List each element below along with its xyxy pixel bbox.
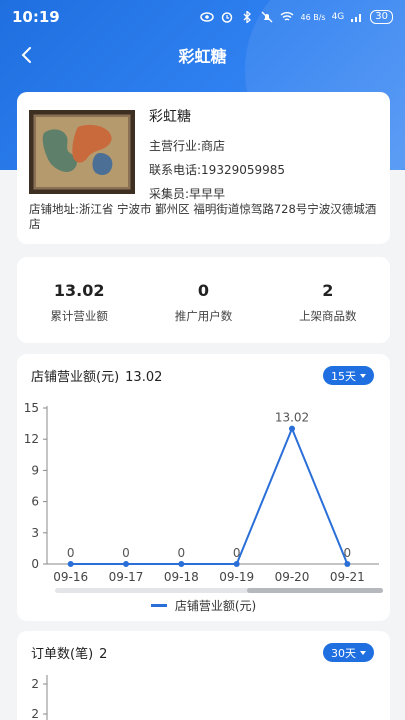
status-bar: 10:19 46 B/s 4G 30	[0, 0, 405, 34]
data-point	[344, 561, 351, 567]
order-chart-card: 订单数(笔) 2 30天 22	[17, 631, 390, 720]
back-button[interactable]	[14, 42, 40, 68]
data-point	[178, 561, 185, 567]
store-info-card: 彩虹糖 主营行业:商店 联系电话:19329059985 采集员:早早早 店铺地…	[17, 92, 390, 244]
x-tick-label: 09-21	[330, 570, 365, 584]
store-industry: 主营行业:商店	[149, 139, 226, 153]
x-tick-label: 09-19	[219, 570, 254, 584]
data-label: 13.02	[275, 411, 309, 425]
data-label: 0	[122, 546, 130, 560]
nav-bar: 彩虹糖	[0, 34, 405, 76]
data-point	[123, 561, 129, 567]
data-label: 0	[67, 546, 75, 560]
x-tick-label: 09-20	[275, 570, 310, 584]
data-point	[289, 425, 295, 432]
store-details: 彩虹糖 主营行业:商店 联系电话:19329059985 采集员:早早早	[149, 106, 285, 206]
y-tick-label: 12	[24, 432, 39, 446]
network-type: 4G	[331, 12, 345, 22]
y-tick-label: 3	[31, 526, 39, 540]
series-line	[70, 425, 349, 565]
y-tick-label: 0	[31, 557, 39, 571]
battery-indicator: 30	[370, 10, 393, 24]
stat-listed-products: 2 上架商品数	[266, 257, 390, 343]
store-address: 店铺地址:浙江省 宁波市 鄞州区 福明街道惊驾路728号宁波汉德城酒店	[29, 202, 377, 231]
mute-icon	[262, 11, 273, 23]
eye-icon	[200, 12, 215, 22]
y-tick-label: 2	[31, 677, 39, 691]
legend-label: 店铺营业额(元)	[174, 599, 257, 613]
data-label: 0	[178, 546, 186, 560]
stat-value: 2	[322, 281, 334, 300]
x-tick-label: 09-18	[164, 570, 199, 584]
stat-promoted-users: 0 推广用户数	[141, 257, 265, 343]
stat-label: 推广用户数	[174, 309, 233, 323]
chevron-left-icon	[21, 47, 31, 63]
revenue-chart-card: 店铺营业额(元) 13.02 15天 0 3 6 9 12 15 09-16 09-17 09-1…	[17, 354, 390, 621]
wifi-icon	[281, 12, 294, 21]
status-time: 10:19	[12, 8, 60, 26]
stat-value: 13.02	[53, 281, 105, 300]
data-label: 0	[233, 546, 241, 560]
order-chart: 22	[31, 675, 48, 720]
data-point	[233, 561, 240, 567]
data-point	[67, 561, 74, 567]
legend-swatch	[150, 604, 167, 607]
stat-value: 0	[197, 281, 210, 300]
store-photo	[29, 110, 135, 194]
data-label: 0	[344, 546, 352, 560]
store-phone: 联系电话:19329059985	[149, 163, 286, 177]
y-tick-label: 2	[31, 707, 39, 720]
y-tick-label: 9	[31, 463, 39, 477]
stat-label: 累计营业额	[50, 309, 108, 323]
stat-label: 上架商品数	[299, 309, 357, 323]
alarm-icon	[222, 12, 233, 23]
y-tick-label: 6	[31, 495, 39, 509]
y-tick-label: 15	[24, 401, 39, 415]
signal-icon	[351, 14, 362, 22]
chart-scroll-thumb	[247, 588, 383, 593]
chart-legend: 店铺营业额(元)	[17, 597, 390, 614]
stats-card: 13.02 累计营业额 0 推广用户数 2 上架商品数	[17, 257, 390, 343]
status-icons: 46 B/s 4G 30	[200, 10, 393, 24]
revenue-line-chart: 0 3 6 9 12 15 09-16 09-17 09-18 09-19 09-20 09-21 0 0…	[24, 401, 383, 593]
page-title: 彩虹糖	[178, 47, 227, 66]
store-name: 彩虹糖	[149, 109, 191, 125]
x-tick-label: 09-17	[109, 570, 144, 584]
bluetooth-icon	[244, 11, 252, 23]
network-speed: 46 B/s	[300, 12, 326, 22]
stat-total-revenue: 13.02 累计营业额	[17, 257, 141, 343]
x-tick-label: 09-16	[53, 570, 88, 584]
